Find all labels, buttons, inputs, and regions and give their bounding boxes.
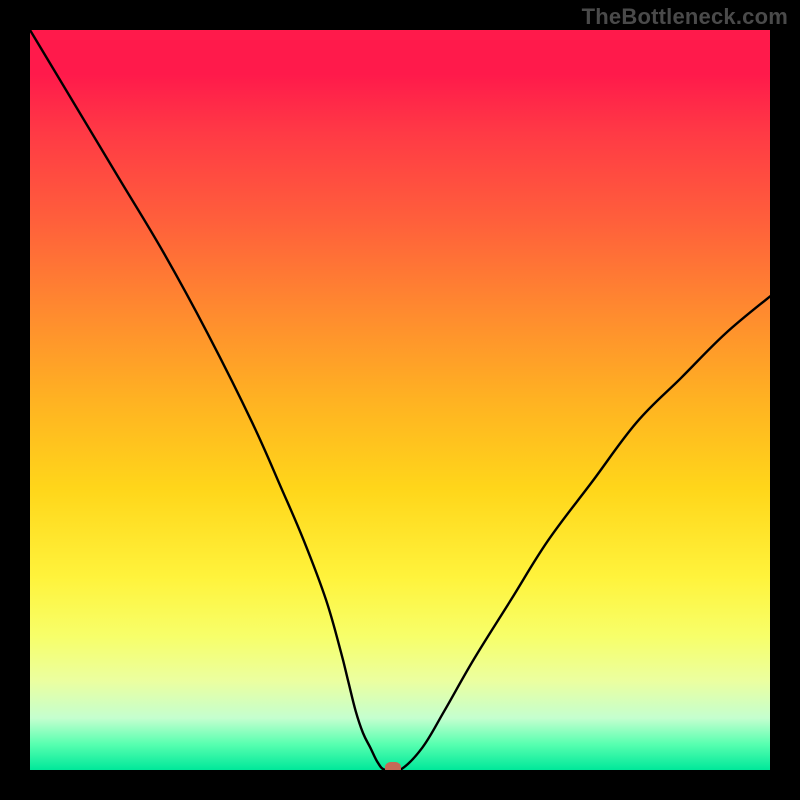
bottleneck-curve xyxy=(30,30,770,770)
min-marker xyxy=(385,762,401,770)
plot-area xyxy=(30,30,770,770)
watermark-text: TheBottleneck.com xyxy=(582,4,788,30)
chart-stage: TheBottleneck.com xyxy=(0,0,800,800)
curve-svg xyxy=(30,30,770,770)
